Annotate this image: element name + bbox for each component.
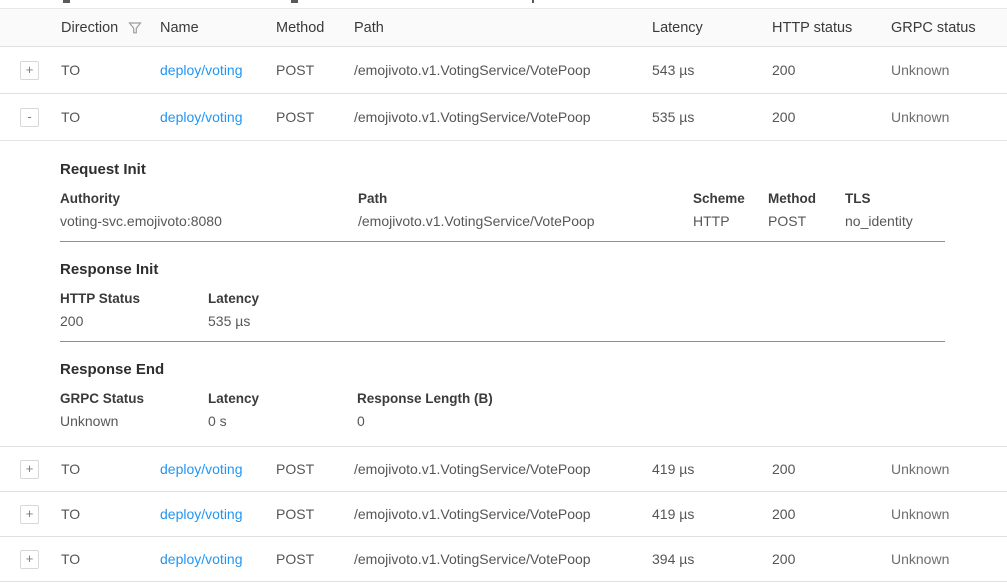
path-cell: /emojivoto.v1.VotingService/VotePoop [354, 62, 652, 78]
detail-field: Latency 535 µs [208, 292, 945, 330]
section-title: Response End [60, 361, 945, 379]
field-label: Authority [60, 192, 358, 206]
clipped-toolbar-text [291, 0, 298, 3]
filter-funnel-icon[interactable] [128, 21, 142, 35]
field-value: /emojivoto.v1.VotingService/VotePoop [358, 213, 693, 230]
field-label: Latency [208, 392, 357, 406]
header-cell-latency: Latency [652, 20, 772, 36]
resource-link[interactable]: deploy/voting [160, 109, 243, 125]
detail-field: Path /emojivoto.v1.VotingService/VotePoo… [358, 192, 693, 230]
detail-field: TLS no_identity [845, 192, 945, 230]
http-status-cell: 200 [772, 461, 891, 477]
resource-link[interactable]: deploy/voting [160, 62, 243, 78]
path-cell: /emojivoto.v1.VotingService/VotePoop [354, 506, 652, 522]
resource-link[interactable]: deploy/voting [160, 461, 243, 477]
field-value: 0 s [208, 413, 357, 430]
latency-cell: 419 µs [652, 506, 772, 522]
detail-field: Scheme HTTP [693, 192, 768, 230]
expand-row-button[interactable]: + [20, 505, 39, 524]
direction-cell: TO [46, 461, 160, 477]
collapse-row-button[interactable]: - [20, 108, 39, 127]
header-cell-path: Path [354, 20, 652, 36]
field-label: GRPC Status [60, 392, 208, 406]
field-value: Unknown [60, 413, 208, 430]
header-cell-grpc-status: GRPC status [891, 20, 1007, 36]
request-init-section: Request Init Authority voting-svc.emojiv… [60, 161, 945, 242]
response-init-section: Response Init HTTP Status 200 Latency 53… [60, 261, 945, 342]
table-row: + TO deploy/voting POST /emojivoto.v1.Vo… [0, 47, 1007, 94]
field-label: Path [358, 192, 693, 206]
expand-row-button[interactable]: + [20, 460, 39, 479]
tap-results-page: Direction Name Method Path Latency HTTP … [0, 0, 1007, 586]
detail-field: HTTP Status 200 [60, 292, 208, 330]
http-status-cell: 200 [772, 62, 891, 78]
latency-cell: 543 µs [652, 62, 772, 78]
table-header-row: Direction Name Method Path Latency HTTP … [0, 8, 1007, 47]
path-cell: /emojivoto.v1.VotingService/VotePoop [354, 461, 652, 477]
field-value: 0 [357, 413, 945, 430]
clipped-toolbar-text [63, 0, 70, 3]
header-label-direction: Direction [61, 20, 118, 36]
detail-field: Authority voting-svc.emojivoto:8080 [60, 192, 358, 230]
tap-table: Direction Name Method Path Latency HTTP … [0, 8, 1007, 582]
grpc-status-cell: Unknown [891, 109, 1007, 125]
field-value: HTTP [693, 213, 768, 230]
resource-link[interactable]: deploy/voting [160, 506, 243, 522]
path-cell: /emojivoto.v1.VotingService/VotePoop [354, 551, 652, 567]
latency-cell: 394 µs [652, 551, 772, 567]
table-row: + TO deploy/voting POST /emojivoto.v1.Vo… [0, 492, 1007, 537]
method-cell: POST [276, 62, 354, 78]
method-cell: POST [276, 506, 354, 522]
grpc-status-cell: Unknown [891, 506, 1007, 522]
grpc-status-cell: Unknown [891, 62, 1007, 78]
http-status-cell: 200 [772, 551, 891, 567]
response-end-section: Response End GRPC Status Unknown Latency… [60, 361, 945, 430]
section-title: Request Init [60, 161, 945, 179]
http-status-cell: 200 [772, 109, 891, 125]
grpc-status-cell: Unknown [891, 461, 1007, 477]
table-row: + TO deploy/voting POST /emojivoto.v1.Vo… [0, 447, 1007, 492]
method-cell: POST [276, 109, 354, 125]
field-label: Response Length (B) [357, 392, 945, 406]
direction-cell: TO [46, 62, 160, 78]
field-label: Method [768, 192, 845, 206]
header-cell-name: Name [160, 20, 276, 36]
detail-field: Latency 0 s [208, 392, 357, 430]
method-cell: POST [276, 551, 354, 567]
detail-field: Response Length (B) 0 [357, 392, 945, 430]
detail-field: Method POST [768, 192, 845, 230]
section-divider [60, 341, 945, 342]
field-value: POST [768, 213, 845, 230]
table-row: + TO deploy/voting POST /emojivoto.v1.Vo… [0, 537, 1007, 582]
field-value: voting-svc.emojivoto:8080 [60, 213, 358, 230]
section-divider [60, 241, 945, 242]
row-detail-panel: Request Init Authority voting-svc.emojiv… [0, 141, 1007, 447]
header-cell-direction: Direction [46, 20, 160, 36]
expand-row-button[interactable]: + [20, 61, 39, 80]
field-value: 200 [60, 313, 208, 330]
field-label: Scheme [693, 192, 768, 206]
header-cell-method: Method [276, 20, 354, 36]
latency-cell: 535 µs [652, 109, 772, 125]
field-value: no_identity [845, 213, 945, 230]
grpc-status-cell: Unknown [891, 551, 1007, 567]
table-row-expanded: - TO deploy/voting POST /emojivoto.v1.Vo… [0, 94, 1007, 141]
direction-cell: TO [46, 506, 160, 522]
clipped-toolbar-text [532, 0, 534, 3]
expand-row-button[interactable]: + [20, 550, 39, 569]
http-status-cell: 200 [772, 506, 891, 522]
resource-link[interactable]: deploy/voting [160, 551, 243, 567]
detail-field: GRPC Status Unknown [60, 392, 208, 430]
latency-cell: 419 µs [652, 461, 772, 477]
path-cell: /emojivoto.v1.VotingService/VotePoop [354, 109, 652, 125]
direction-cell: TO [46, 551, 160, 567]
method-cell: POST [276, 461, 354, 477]
section-title: Response Init [60, 261, 945, 279]
field-label: Latency [208, 292, 945, 306]
direction-cell: TO [46, 109, 160, 125]
header-cell-http-status: HTTP status [772, 20, 891, 36]
field-label: TLS [845, 192, 945, 206]
field-label: HTTP Status [60, 292, 208, 306]
field-value: 535 µs [208, 313, 945, 330]
